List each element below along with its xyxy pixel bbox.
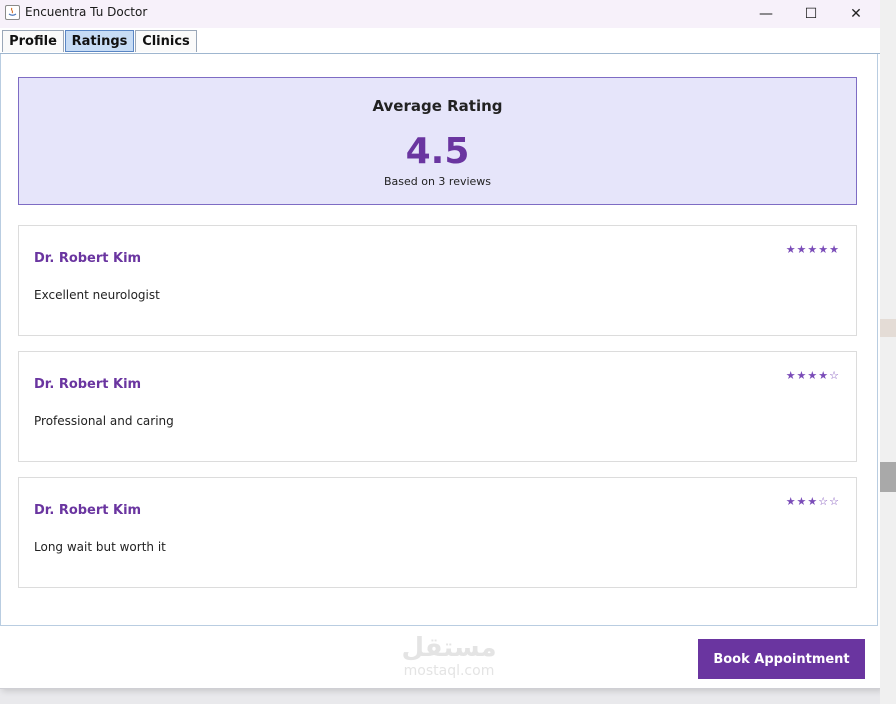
- average-rating-title: Average Rating: [372, 97, 503, 115]
- title-bar[interactable]: Encuentra Tu Doctor — ☐ ✕: [0, 0, 880, 28]
- minimize-button[interactable]: —: [743, 0, 789, 28]
- maximize-icon: ☐: [804, 6, 818, 22]
- review-card: Dr. Robert Kim Professional and caring ★…: [18, 351, 857, 462]
- review-count-text: Based on 3 reviews: [383, 175, 492, 188]
- tab-clinics[interactable]: Clinics: [135, 30, 197, 52]
- tab-ratings[interactable]: Ratings: [65, 30, 134, 52]
- background-scrollbar: [880, 462, 896, 492]
- average-rating-card: Average Rating 4.5 Based on 3 reviews: [18, 77, 857, 205]
- review-comment: Long wait but worth it: [34, 540, 166, 554]
- review-card: Dr. Robert Kim Excellent neurologist ★★★…: [18, 225, 857, 336]
- review-doctor-name: Dr. Robert Kim: [34, 503, 142, 518]
- tab-bar: Profile Ratings Clinics: [0, 30, 880, 54]
- window-title: Encuentra Tu Doctor: [25, 5, 148, 19]
- average-rating-value: 4.5: [405, 131, 470, 172]
- close-button[interactable]: ✕: [833, 0, 879, 28]
- tab-profile[interactable]: Profile: [2, 30, 64, 52]
- close-icon: ✕: [850, 6, 862, 22]
- star-rating-icon: ★★★★★: [785, 243, 840, 256]
- watermark-logo: مستقل mostaql.com: [394, 633, 504, 685]
- review-card: Dr. Robert Kim Long wait but worth it ★★…: [18, 477, 857, 588]
- review-doctor-name: Dr. Robert Kim: [34, 377, 142, 392]
- java-app-icon: [5, 5, 20, 20]
- background-strip-mark: [880, 319, 896, 337]
- minimize-icon: —: [759, 6, 773, 22]
- watermark-arabic: مستقل: [401, 633, 497, 663]
- book-appointment-button[interactable]: Book Appointment: [698, 639, 865, 679]
- review-comment: Professional and caring: [34, 414, 174, 428]
- background-window-edge: [880, 0, 896, 704]
- app-window: Encuentra Tu Doctor — ☐ ✕ Profile Rating…: [0, 0, 881, 689]
- watermark-latin: mostaql.com: [403, 663, 495, 679]
- review-doctor-name: Dr. Robert Kim: [34, 251, 142, 266]
- maximize-button[interactable]: ☐: [788, 0, 834, 28]
- review-comment: Excellent neurologist: [34, 288, 160, 302]
- star-rating-icon: ★★★☆☆: [785, 495, 840, 508]
- star-rating-icon: ★★★★☆: [785, 369, 840, 382]
- action-bar: مستقل mostaql.com Book Appointment: [0, 627, 880, 688]
